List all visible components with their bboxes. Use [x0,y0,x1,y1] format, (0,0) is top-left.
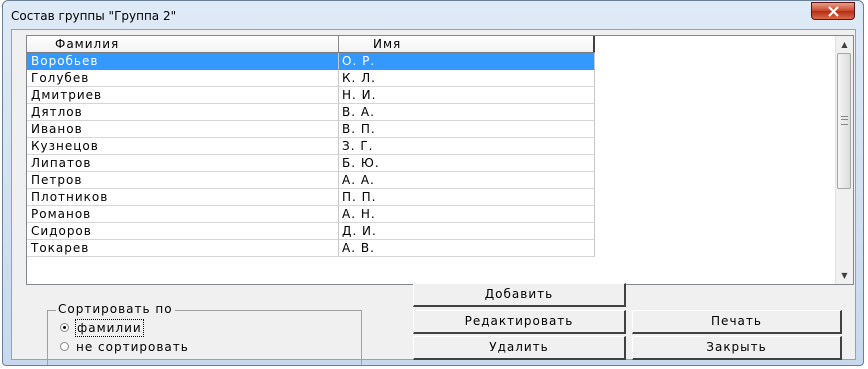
members-grid: Фамилия Имя Воробьев О. Р. Голубев К. Л. Дми… [27,36,595,257]
edit-button[interactable]: Редактировать [413,310,626,334]
surname-cell: Романов [27,206,339,223]
name-cell: К. Л. [339,70,595,87]
close-window-button[interactable] [811,2,855,20]
sort-options-group: Сортировать по фамилии не сортировать [47,302,362,365]
name-cell: Б. Ю. [339,155,595,172]
surname-cell: Липатов [27,155,339,172]
table-row[interactable]: Романов А. Н. [27,206,595,223]
table-row[interactable]: Голубев К. Л. [27,70,595,87]
column-header-surname[interactable]: Фамилия [27,36,339,52]
scroll-up-arrow-icon[interactable]: ▲ [836,36,853,53]
table-row[interactable]: Дятлов В. А. [27,104,595,121]
name-cell: А. Н. [339,206,595,223]
surname-cell: Дятлов [27,104,339,121]
grid-header: Фамилия Имя [27,36,595,53]
table-row[interactable]: Воробьев О. Р. [27,53,595,70]
surname-cell: Дмитриев [27,87,339,104]
print-button[interactable]: Печать [632,310,842,334]
name-cell: О. Р. [339,53,595,70]
add-button[interactable]: Добавить [413,283,626,307]
radio-unchecked-icon [60,342,69,351]
name-cell: Д. И. [339,223,595,240]
dialog-window: Состав группы "Группа 2" Фамилия Имя Вор… [2,0,864,366]
surname-cell: Голубев [27,70,339,87]
sort-by-surname-label: фамилии [75,319,144,337]
name-cell: В. А. [339,104,595,121]
no-sort-label: не сортировать [76,340,189,354]
close-button[interactable]: Закрыть [632,336,842,360]
title-bar[interactable]: Состав группы "Группа 2" [3,1,863,29]
group-members-list[interactable]: Фамилия Имя Воробьев О. Р. Голубев К. Л. Дми… [26,35,854,285]
table-row[interactable]: Дмитриев Н. И. [27,87,595,104]
name-cell: З. Г. [339,138,595,155]
table-row[interactable]: Липатов Б. Ю. [27,155,595,172]
sort-group-legend: Сортировать по [56,302,175,316]
name-cell: П. П. [339,189,595,206]
name-cell: Н. И. [339,87,595,104]
client-area: Фамилия Имя Воробьев О. Р. Голубев К. Л. Дми… [11,29,856,365]
name-cell: А. В. [339,240,595,257]
table-row[interactable]: Иванов В. П. [27,121,595,138]
table-row[interactable]: Кузнецов З. Г. [27,138,595,155]
delete-button[interactable]: Удалить [413,336,626,360]
surname-cell: Токарев [27,240,339,257]
surname-cell: Иванов [27,121,339,138]
surname-cell: Кузнецов [27,138,339,155]
window-title: Состав группы "Группа 2" [11,9,177,23]
radio-checked-icon [60,323,69,332]
surname-cell: Воробьев [27,53,339,70]
surname-cell: Сидоров [27,223,339,240]
grid-rows: Воробьев О. Р. Голубев К. Л. Дмитриев Н. И. Дя… [27,53,595,257]
close-icon [828,6,839,17]
surname-cell: Петров [27,172,339,189]
surname-cell: Плотников [27,189,339,206]
table-row[interactable]: Петров А. А. [27,172,595,189]
scrollbar-thumb[interactable] [837,53,851,189]
vertical-scrollbar[interactable]: ▲ ▼ [835,36,853,284]
name-cell: А. А. [339,172,595,189]
scroll-down-arrow-icon[interactable]: ▼ [836,267,853,284]
name-cell: В. П. [339,121,595,138]
table-row[interactable]: Плотников П. П. [27,189,595,206]
table-row[interactable]: Токарев А. В. [27,240,595,257]
table-row[interactable]: Сидоров Д. И. [27,223,595,240]
scrollbar-grip-icon [841,116,848,125]
column-header-name[interactable]: Имя [339,36,595,52]
